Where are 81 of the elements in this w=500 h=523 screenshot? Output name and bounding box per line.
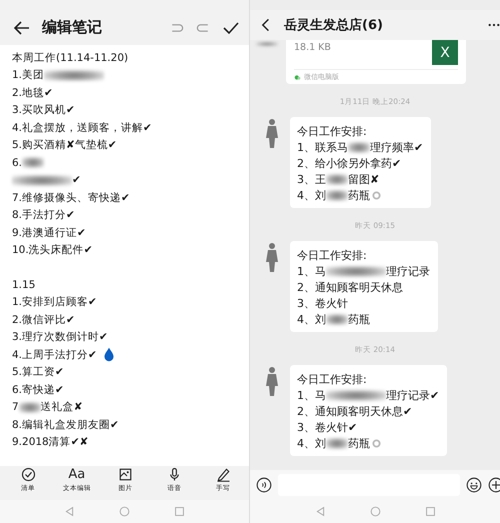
line-text: 4.上周手法打分✔	[12, 348, 97, 362]
line-text: 10.洗头床配件✔	[12, 243, 92, 258]
blur-patch	[256, 42, 278, 46]
blur-patch	[22, 157, 44, 168]
message-bubble[interactable]: 今日工作安排: 1、马 理疗记录✔ 2、通知顾客明天休息✔ 3、卷火针✔ 4、刘 药瓶	[290, 365, 448, 456]
line-text: 6.	[12, 156, 22, 169]
spreadsheet-icon: X	[432, 40, 458, 65]
recents-icon[interactable]	[174, 506, 185, 517]
line-text: 3.理疗次数倒计时✔	[12, 330, 108, 344]
line-text: 2.地毯✔	[12, 86, 53, 100]
blur-patch	[326, 390, 386, 400]
line-text: 8.编辑礼盒发朋友圈✔	[12, 418, 119, 432]
ring-icon	[372, 190, 381, 200]
drop-icon	[102, 347, 115, 362]
message-bubble[interactable]: 今日工作安排: 1、联系马 理疗频率✔ 2、给小徐另外拿药✔ 3、王 留图✘ 4、刘 药瓶	[290, 117, 432, 208]
line-text: 今日工作安排:	[297, 372, 367, 386]
line-text: 今日工作安排:	[297, 124, 367, 138]
line-text: 理疗记录✔	[386, 388, 440, 402]
line-text: 2.微信评比✔	[12, 312, 75, 327]
blur-patch	[326, 266, 386, 276]
line-text: 3、王	[297, 172, 326, 186]
line-text: 7.维修摄像头、寄快递✔	[12, 190, 130, 205]
line-text: 2、给小徐另外拿药✔	[297, 156, 402, 170]
line-text: 今日工作安排:	[297, 248, 367, 262]
line-text: 9.2018清算✔✘	[12, 435, 88, 450]
blur-patch	[18, 402, 41, 413]
check-circle-icon	[20, 467, 36, 482]
blur-patch	[326, 190, 348, 200]
line-text: 4.礼盒摆放，送顾客，讲解✔	[12, 120, 152, 135]
chat-title: 岳灵生发总店(6)	[284, 16, 383, 34]
pen-icon	[216, 467, 230, 482]
line-text: 1、联系马	[297, 140, 348, 154]
note-title: 编辑笔记	[42, 18, 102, 37]
line-text: 8.手法打分✔	[12, 208, 75, 222]
line-text: 1、马	[297, 388, 326, 402]
back-icon[interactable]	[64, 506, 75, 517]
line-text: 留图✘	[348, 172, 380, 186]
line-text: 5.算工资✔	[12, 365, 64, 380]
line-text: 6.寄快递✔	[12, 382, 64, 397]
line-text: 1.美团	[12, 68, 44, 82]
more-icon[interactable]	[488, 23, 500, 27]
ring-icon	[372, 438, 381, 448]
blur-patch	[326, 314, 348, 324]
line-text: 3.买吹风机✔	[12, 103, 75, 118]
line-text: 3、卷火针	[297, 296, 348, 310]
line-text: 理疗频率✔	[370, 140, 424, 154]
line-text: 药瓶	[348, 312, 370, 326]
line-text: 药瓶	[348, 188, 370, 202]
voice-icon[interactable]	[256, 477, 272, 493]
home-icon[interactable]	[119, 506, 130, 517]
line-text: 9.港澳通行证✔	[12, 226, 86, 240]
message-bubble[interactable]: 今日工作安排: 1、马 理疗记录 2、通知顾客明天休息 3、卷火针 4、刘 药瓶	[290, 241, 438, 332]
line-text: 药瓶	[348, 436, 370, 450]
plus-icon[interactable]	[488, 477, 500, 493]
file-size: 18.1 KB	[294, 42, 331, 53]
line-text: 1.安排到店顾客✔	[12, 295, 97, 310]
blur-patch	[348, 142, 370, 152]
recents-icon[interactable]	[424, 506, 436, 517]
line-text: 4、刘	[297, 436, 326, 450]
section-heading: 1.15	[12, 278, 36, 291]
line-text: 2、通知顾客明天休息	[297, 280, 403, 294]
section-heading: 本周工作(11.14-11.20)	[12, 50, 128, 65]
emoji-icon[interactable]	[466, 477, 482, 493]
line-text: 7	[12, 401, 19, 414]
line-text: 理疗记录	[386, 264, 430, 278]
blur-patch	[12, 174, 72, 186]
blur-patch	[326, 438, 348, 448]
blur-patch	[44, 70, 104, 81]
line-text: 4、刘	[297, 188, 326, 202]
line-text: ✔	[72, 174, 81, 186]
home-icon[interactable]	[370, 506, 380, 517]
back-icon[interactable]	[314, 506, 326, 517]
line-text: 3、卷火针✔	[297, 420, 358, 434]
blur-patch	[326, 174, 348, 184]
line-text: 送礼盒✘	[40, 400, 82, 414]
line-text: 4、刘	[297, 312, 326, 326]
line-text: 5.购买酒精✘气垫梳✔	[12, 138, 117, 152]
line-text: 1、马	[297, 264, 326, 278]
image-icon	[118, 467, 133, 482]
line-text: 2、通知顾客明天休息✔	[297, 404, 412, 418]
chat-bubble-icon	[294, 74, 301, 80]
